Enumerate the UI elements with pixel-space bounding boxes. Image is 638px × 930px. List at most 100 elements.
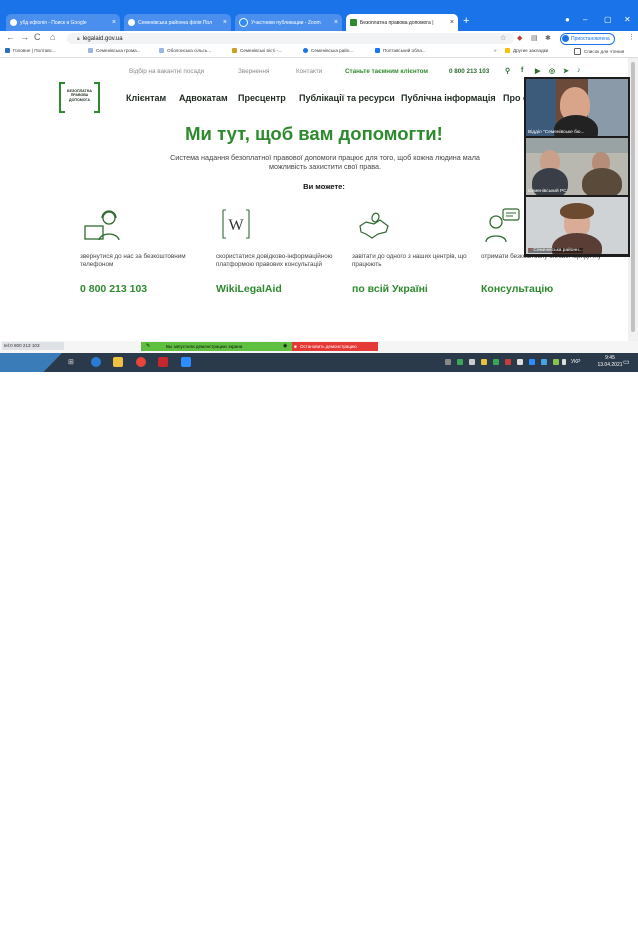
tray-icon[interactable] (493, 359, 499, 365)
back-icon[interactable]: ← (6, 32, 15, 42)
network-icon[interactable] (541, 359, 547, 365)
wikipedia-icon: W (222, 209, 250, 239)
task-view-icon[interactable]: ⊞ (68, 358, 74, 366)
maximize-icon[interactable]: ▢ (604, 15, 612, 24)
bookmark-folder[interactable]: Другие закладки (505, 48, 548, 53)
participant-name: Семенівський РС (528, 189, 567, 194)
bookmark-item[interactable]: Семенівська райо... (303, 48, 353, 53)
extension-icon[interactable]: ▤ (531, 34, 538, 42)
bookmark-icon (232, 48, 237, 53)
feature-highlight[interactable]: 0 800 213 103 (80, 283, 220, 295)
video-tile[interactable]: ✕ Семенівська районн... (526, 197, 628, 254)
video-tile[interactable]: Семенівський РС (526, 138, 628, 195)
close-icon[interactable]: × (450, 19, 454, 26)
tab-legalaid[interactable]: Безоплатна правова допомога | × (346, 14, 458, 31)
feature-desc: скористатися довідково-інформаційною пла… (216, 253, 333, 268)
more-bookmarks-icon[interactable]: » (494, 48, 497, 53)
feature-desc: звернутися до нас за безкоштовним телефо… (80, 253, 186, 268)
file-explorer-icon[interactable] (113, 357, 123, 367)
bookmark-icon (5, 48, 10, 53)
tray-icon[interactable] (481, 359, 487, 365)
close-icon[interactable]: × (223, 19, 227, 26)
tray-icon[interactable] (457, 359, 463, 365)
telegram-icon[interactable]: ➤ (563, 67, 569, 75)
reading-list[interactable]: Список для чтения (574, 48, 624, 55)
video-background (526, 138, 628, 153)
mystery-client-link[interactable]: Станьте таємним клієнтом (345, 68, 428, 75)
scrollbar-thumb[interactable] (631, 62, 635, 332)
legalaid-icon (350, 19, 357, 26)
hotline-phone[interactable]: 0 800 213 103 (449, 68, 489, 75)
puzzle-icon[interactable]: ✱ (545, 34, 551, 42)
edge-icon[interactable] (91, 357, 101, 367)
new-tab-button[interactable]: + (463, 15, 469, 27)
language-indicator[interactable]: УКР (571, 359, 580, 365)
feature-highlight[interactable]: WikiLegalAid (216, 283, 356, 295)
app-icon[interactable] (158, 357, 168, 367)
url-input[interactable]: 🔒︎ legalaid.gov.ua (67, 33, 514, 44)
forward-icon[interactable]: → (20, 32, 29, 42)
zoom-video-panel[interactable]: Відділ "Семенівське бю... Семенівський Р… (524, 77, 630, 257)
tray-icon[interactable] (553, 359, 559, 365)
nav-public-info[interactable]: Публічна інформація (401, 93, 496, 103)
bookmark-item[interactable]: Семенівська грома... (88, 48, 141, 53)
avatar (562, 35, 569, 42)
participant-hair (560, 203, 594, 219)
cloud-icon[interactable] (517, 359, 523, 365)
link-contacts[interactable]: Контакти (296, 68, 322, 75)
nav-clients[interactable]: Клієнтам (126, 93, 166, 103)
tab-zoom[interactable]: Участники публикации - Zoom × (235, 14, 342, 31)
close-icon[interactable]: × (112, 19, 116, 26)
tab-google-search[interactable]: убд ефіопія - Поиск в Google × (6, 14, 120, 31)
extension-icon[interactable]: ◆ (517, 34, 522, 42)
facebook-icon[interactable]: f (521, 67, 523, 74)
notification-icon[interactable]: ▭ (623, 358, 630, 366)
link-appeals[interactable]: Звернення (238, 68, 269, 75)
minimize-icon[interactable]: – (583, 15, 587, 24)
home-icon[interactable]: ⌂ (50, 32, 55, 42)
close-window-icon[interactable]: ✕ (624, 15, 631, 24)
screenshot-area: убд ефіопія - Поиск в Google × Семенівсь… (0, 0, 638, 372)
feature-highlight[interactable]: по всій Україні (352, 283, 492, 295)
zoom-icon (239, 18, 248, 27)
nav-lawyers[interactable]: Адвокатам (179, 93, 228, 103)
bookmark-item[interactable]: Полтавський обла... (375, 48, 426, 53)
profile-icon[interactable]: ● (565, 15, 570, 24)
star-icon[interactable]: ☆ (500, 34, 506, 42)
instagram-icon[interactable]: ◎ (549, 67, 555, 75)
youtube-icon[interactable]: ▶ (535, 67, 540, 75)
pause-icon[interactable]: ◉ (283, 343, 287, 349)
bookmarks-bar: Головне | Полтавс... Семенівська грома..… (0, 45, 638, 58)
search-icon[interactable]: ⚲ (505, 67, 510, 75)
menu-icon[interactable]: ⋮ (628, 33, 635, 41)
video-tile[interactable]: Відділ "Семенівське бю... (526, 79, 628, 136)
link-vacancies[interactable]: Відбір на вакантні посади (129, 68, 204, 75)
site-logo[interactable]: БЕЗОПЛАТНА ПРАВОВА ДОПОМОГА (59, 82, 100, 113)
close-icon[interactable]: × (334, 19, 338, 26)
participant-name: Відділ "Семенівське бю... (528, 130, 585, 135)
facebook-icon (128, 19, 135, 26)
bookmark-item[interactable]: Головне | Полтавс... (5, 48, 56, 53)
bookmark-icon (159, 48, 164, 53)
lock-icon: 🔒︎ (77, 35, 80, 42)
svg-text:W: W (228, 217, 244, 234)
tiktok-icon[interactable]: ♪ (577, 67, 581, 74)
reload-icon[interactable]: C (34, 32, 41, 42)
nav-press-center[interactable]: Пресцентр (238, 93, 286, 103)
tab-facebook[interactable]: Семенівська районна філія Пол × (124, 14, 231, 31)
zoom-app-icon[interactable] (181, 357, 191, 367)
tray-icon[interactable] (505, 359, 511, 365)
feature-highlight[interactable]: Консультацію (481, 283, 621, 295)
tray-icon[interactable] (445, 359, 451, 365)
tray-icon[interactable] (469, 359, 475, 365)
volume-icon[interactable] (562, 359, 566, 365)
bookmark-item[interactable]: Оболонська сільсь... (159, 48, 211, 53)
nav-publications[interactable]: Публікації та ресурси (299, 93, 395, 103)
stop-share-button[interactable]: ■ Остановить демонстрацию (292, 342, 378, 351)
bookmark-item[interactable]: Семенівські вісті -... (232, 48, 282, 53)
windows-taskbar: ⊞ УКР 9:45 13.04.2021 ▭ (0, 353, 638, 372)
bookmark-icon (88, 48, 93, 53)
tray-icon[interactable] (529, 359, 535, 365)
start-area[interactable] (0, 353, 62, 372)
chrome-icon[interactable] (136, 357, 146, 367)
